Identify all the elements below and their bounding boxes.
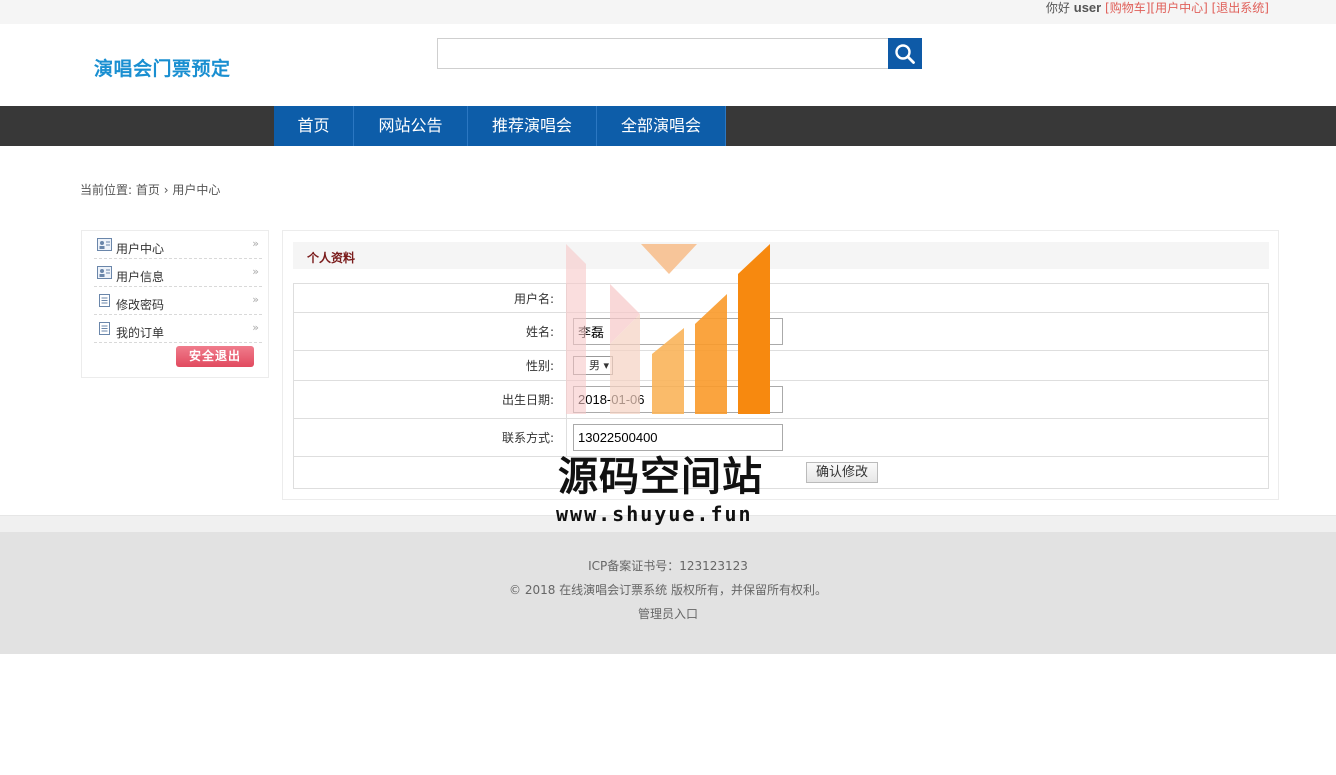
panel-header: 个人资料 <box>293 242 1269 269</box>
chevron-right-icon: » <box>252 265 259 278</box>
nav-home[interactable]: 首页 <box>274 106 354 146</box>
greeting-text: 你好 <box>1045 1 1070 15</box>
chevron-right-icon: » <box>252 237 259 250</box>
sidebar-item-change-password[interactable]: 修改密码 » <box>94 288 262 315</box>
search-input[interactable] <box>437 38 889 69</box>
username: user <box>1073 0 1102 15</box>
profile-form: 用户名: 姓名: 性别: 男 ▾ 出生日期: 联系方式: 确认修改 <box>293 283 1269 489</box>
form-row-gender: 性别: 男 ▾ <box>293 350 1269 381</box>
sidebar-item-user-center[interactable]: 用户中心 » <box>94 232 262 259</box>
sidebar: 用户中心 » 用户信息 » 修改密码 » 我的订单 » 安全退出 <box>81 230 269 378</box>
watermark-logo-icon <box>566 244 770 414</box>
search-button[interactable] <box>888 38 922 69</box>
sidebar-item-user-info[interactable]: 用户信息 » <box>94 260 262 287</box>
icp-number: ICP备案证书号：123123123 <box>588 559 748 573</box>
top-bar: 你好 user [购物车][用户中心] [退出系统] <box>0 0 1336 24</box>
sidebar-item-my-orders[interactable]: 我的订单 » <box>94 316 262 343</box>
confirm-edit-button[interactable]: 确认修改 <box>806 462 878 483</box>
form-row-phone: 联系方式: <box>293 418 1269 457</box>
cart-link[interactable]: [购物车] <box>1105 1 1150 15</box>
user-card-icon <box>97 266 112 279</box>
phone-label: 联系方式: <box>293 418 567 457</box>
logout-link[interactable]: [退出系统] <box>1212 1 1269 15</box>
watermark-text: 源码空间站 <box>558 454 763 500</box>
watermark-url: www.shuyue.fun <box>556 502 753 526</box>
sidebar-item-label: 我的订单 <box>116 326 165 340</box>
document-icon <box>99 294 110 307</box>
breadcrumb-current: 用户中心 <box>172 183 221 197</box>
nav-announcements[interactable]: 网站公告 <box>354 106 468 146</box>
search-icon <box>895 43 915 64</box>
gender-label: 性别: <box>293 350 567 381</box>
breadcrumb-home[interactable]: 首页 <box>136 183 160 197</box>
username-label: 用户名: <box>293 283 567 313</box>
chevron-right-icon: » <box>252 321 259 334</box>
form-row-name: 姓名: <box>293 312 1269 351</box>
footer: ICP备案证书号：123123123 © 2018 在线演唱会订票系统 版权所有… <box>0 532 1336 654</box>
form-row-submit: 确认修改 <box>293 456 1269 489</box>
sidebar-item-label: 用户信息 <box>116 270 165 284</box>
chevron-right-icon: » <box>252 293 259 306</box>
birthday-label: 出生日期: <box>293 380 567 419</box>
profile-panel: 个人资料 用户名: 姓名: 性别: 男 ▾ 出生日期: 联系方式: 确认修改 <box>282 230 1279 500</box>
panel-title: 个人资料 <box>307 251 356 265</box>
breadcrumb: 当前位置: 首页 › 用户中心 <box>80 181 220 198</box>
sidebar-item-label: 用户中心 <box>116 242 165 256</box>
sidebar-item-label: 修改密码 <box>116 298 165 312</box>
document-icon <box>99 322 110 335</box>
nav-all-concerts[interactable]: 全部演唱会 <box>597 106 726 146</box>
admin-entry-link[interactable]: 管理员入口 <box>0 605 1336 622</box>
site-logo[interactable]: 演唱会门票预定 <box>94 54 231 81</box>
name-label: 姓名: <box>293 312 567 351</box>
user-greeting: 你好 user [购物车][用户中心] [退出系统] <box>1046 0 1269 16</box>
form-row-username: 用户名: <box>293 283 1269 313</box>
breadcrumb-separator: › <box>163 183 169 197</box>
form-row-birthday: 出生日期: <box>293 380 1269 419</box>
user-center-link[interactable]: [用户中心] <box>1150 1 1207 15</box>
copyright: © 2018 在线演唱会订票系统 版权所有，并保留所有权利。 <box>509 583 827 597</box>
user-card-icon <box>97 238 112 251</box>
main-nav: 首页 网站公告 推荐演唱会 全部演唱会 <box>0 106 1336 146</box>
safe-logout-button[interactable]: 安全退出 <box>176 346 254 367</box>
nav-recommended[interactable]: 推荐演唱会 <box>468 106 597 146</box>
breadcrumb-prefix: 当前位置: <box>80 183 133 197</box>
